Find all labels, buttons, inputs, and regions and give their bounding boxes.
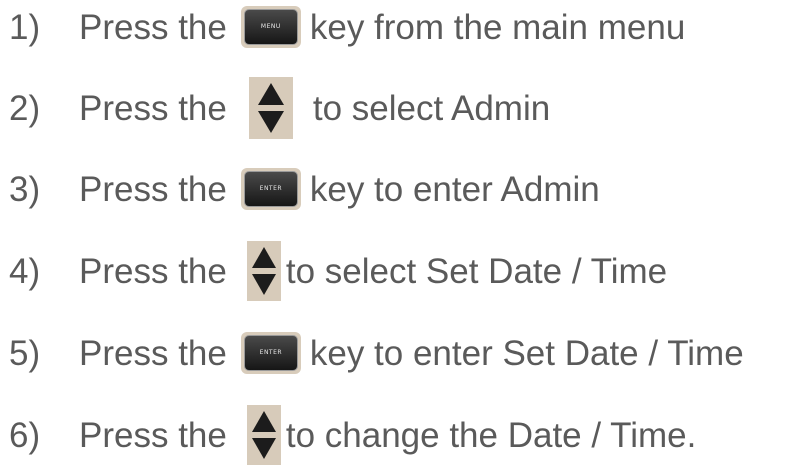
enter-key-label: ENTER — [243, 335, 298, 371]
step-text: key to enter Set Date / Time — [309, 333, 744, 373]
enter-key-icon: ENTER — [240, 161, 301, 217]
step-press-label: Press the — [79, 251, 227, 291]
enter-key-label: ENTER — [243, 171, 298, 207]
step-number: 4) — [9, 251, 41, 291]
step-press-label: Press the — [79, 169, 227, 209]
arrow-glyph — [251, 411, 276, 459]
up-down-arrow-key-icon — [246, 405, 281, 465]
instruction-step-3: 3) Press the ENTER key to enter Admin — [0, 161, 600, 217]
step-text: to select Admin — [312, 88, 551, 128]
step-press-label: Press the — [79, 7, 227, 47]
step-text: to change the Date / Time. — [285, 415, 697, 455]
step-number: 2) — [9, 88, 41, 128]
step-press-label: Press the — [79, 333, 227, 373]
instruction-step-5: 5) Press the ENTER key to enter Set Date… — [0, 325, 744, 381]
step-press-label: Press the — [79, 415, 227, 455]
instruction-step-1: 1) Press the MENU key from the main menu — [0, 0, 685, 55]
step-number: 5) — [9, 333, 41, 373]
arrow-glyph — [251, 247, 276, 295]
step-number: 1) — [9, 7, 41, 47]
up-down-arrow-key-icon — [248, 77, 293, 139]
instruction-step-2: 2) Press the to select Admin — [0, 77, 551, 139]
step-text: to select Set Date / Time — [285, 251, 668, 291]
up-down-arrow-key-icon — [246, 241, 281, 301]
instruction-step-4: 4) Press the to select Set Date / Time — [0, 241, 668, 301]
menu-key-icon: MENU — [240, 0, 301, 55]
arrow-glyph — [257, 83, 284, 133]
step-text: key from the main menu — [309, 7, 686, 47]
enter-key-icon: ENTER — [240, 325, 301, 381]
step-press-label: Press the — [79, 88, 227, 128]
menu-key-label: MENU — [243, 9, 298, 45]
step-number: 6) — [9, 415, 41, 455]
instruction-step-6: 6) Press the to change the Date / Time. — [0, 405, 697, 465]
step-number: 3) — [9, 169, 41, 209]
step-text: key to enter Admin — [309, 169, 600, 209]
